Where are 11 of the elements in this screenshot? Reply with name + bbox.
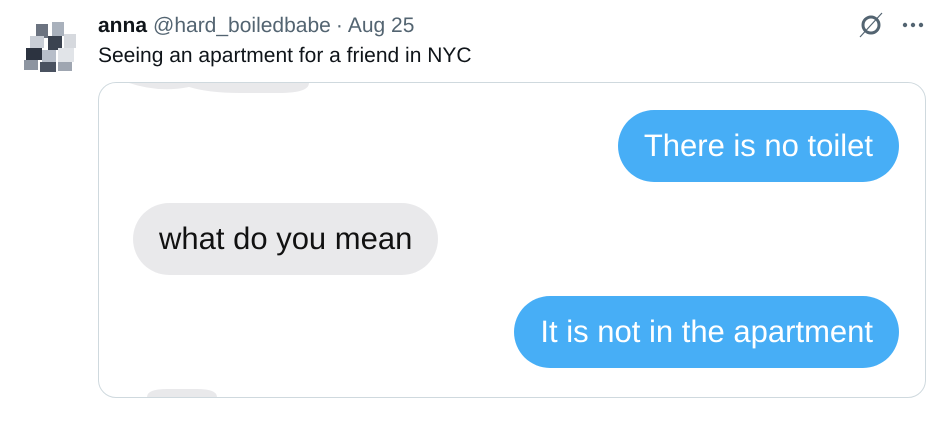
tweet-text: Seeing an apartment for a friend in NYC [98, 43, 473, 69]
image-card[interactable]: There is no toilet what do you mean It is not in the apartment [98, 82, 926, 398]
message-bubble: It is not in the apartment [514, 296, 899, 368]
author-handle[interactable]: @hard_boiledbabe [153, 14, 331, 36]
separator: · [336, 14, 343, 36]
tweet-date[interactable]: Aug 25 [348, 14, 414, 36]
message-bubble: There is no toilet [618, 110, 899, 182]
author-name[interactable]: anna [98, 14, 148, 36]
partial-bubble [147, 389, 217, 397]
more-icon[interactable] [902, 22, 924, 28]
message-bubble: what do you mean [133, 203, 438, 275]
